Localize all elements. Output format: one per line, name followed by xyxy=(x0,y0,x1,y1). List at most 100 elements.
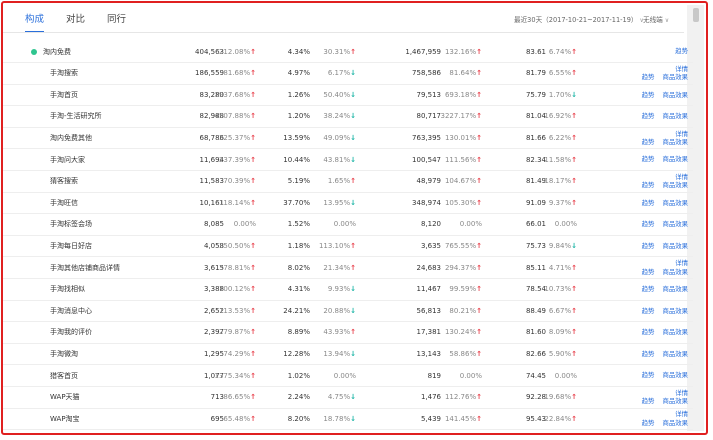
metric-value: 81.49 xyxy=(525,177,546,186)
tab-compare[interactable]: 对比 xyxy=(66,11,85,33)
product-effect-link[interactable]: 商品效果 xyxy=(662,307,688,316)
tab-composition[interactable]: 构成 xyxy=(25,11,45,33)
product-effect-link[interactable]: 商品效果 xyxy=(662,285,688,294)
metric-value: 4.31% xyxy=(287,285,310,294)
change-percent: 1937.68% xyxy=(214,90,251,99)
metric-change: 8.09%↑ xyxy=(549,328,577,336)
change-percent: 86.65% xyxy=(223,393,251,402)
table-row: 手淘问大家 11,694 237.39%↑ 10.44% 43.81%↓ 100,547 1… xyxy=(3,149,693,171)
trend-link[interactable]: 趋势 xyxy=(642,419,655,428)
trend-link[interactable]: 趋势 xyxy=(642,328,655,337)
change-percent: 81.64% xyxy=(449,69,477,78)
change-percent: 19.68% xyxy=(544,393,572,402)
source-name: 猜客搜索 xyxy=(50,177,78,186)
arrow-up-icon: ↑ xyxy=(250,328,256,337)
metric-change: 105.30%↑ xyxy=(445,199,482,207)
metric-change: 50.40%↓ xyxy=(323,91,356,99)
arrow-up-icon: ↑ xyxy=(571,350,577,359)
change-percent: 43.81% xyxy=(323,155,351,164)
change-percent: 74.29% xyxy=(223,350,251,359)
change-percent: 693.18% xyxy=(444,90,477,99)
metric-change: 294.37%↑ xyxy=(445,264,482,272)
product-effect-link[interactable]: 商品效果 xyxy=(662,220,688,229)
detail-link[interactable]: 详情 xyxy=(675,130,688,139)
source-name: 手淘首页 xyxy=(50,90,78,99)
arrow-up-icon: ↑ xyxy=(571,47,577,56)
change-percent: 8.09% xyxy=(548,328,572,337)
tab-peers[interactable]: 同行 xyxy=(107,11,126,33)
trend-link[interactable]: 趋势 xyxy=(642,91,655,100)
change-percent: 20.88% xyxy=(323,306,351,315)
trend-link[interactable]: 趋势 xyxy=(675,47,688,56)
change-percent: 294.37% xyxy=(444,263,477,272)
product-effect-link[interactable]: 商品效果 xyxy=(662,155,688,164)
product-effect-link[interactable]: 商品效果 xyxy=(662,242,688,251)
product-effect-link[interactable]: 商品效果 xyxy=(662,91,688,100)
change-percent: 9.93% xyxy=(327,285,351,294)
product-effect-link[interactable]: 商品效果 xyxy=(662,73,688,82)
product-effect-link[interactable]: 商品效果 xyxy=(662,268,688,277)
scrollbar-thumb[interactable] xyxy=(693,8,699,22)
metric-change: 38.24%↓ xyxy=(323,112,356,120)
detail-link[interactable]: 详情 xyxy=(675,389,688,398)
arrow-up-icon: ↑ xyxy=(571,155,577,164)
trend-link[interactable]: 趋势 xyxy=(642,350,655,359)
product-effect-link[interactable]: 商品效果 xyxy=(662,350,688,359)
product-effect-link[interactable]: 商品效果 xyxy=(662,112,688,121)
detail-link[interactable]: 详情 xyxy=(675,259,688,268)
product-effect-link[interactable]: 商品效果 xyxy=(662,199,688,208)
metric-change: 130.24%↑ xyxy=(445,328,482,336)
metric-value: 13,143 xyxy=(416,350,442,359)
arrow-up-icon: ↑ xyxy=(476,393,482,402)
arrow-down-icon: ↓ xyxy=(571,90,577,99)
source-name: 手淘我的评价 xyxy=(50,328,92,337)
metric-value: 82.66 xyxy=(525,350,546,359)
arrow-up-icon: ↑ xyxy=(350,177,356,186)
change-percent: 11.58% xyxy=(544,155,572,164)
row-actions: 趋势 商品效果 xyxy=(642,85,688,106)
arrow-up-icon: ↑ xyxy=(571,306,577,315)
product-effect-link[interactable]: 商品效果 xyxy=(662,371,688,380)
detail-link[interactable]: 详情 xyxy=(675,173,688,182)
trend-link[interactable]: 趋势 xyxy=(642,155,655,164)
change-percent: 350.50% xyxy=(218,242,251,251)
arrow-down-icon: ↓ xyxy=(350,350,356,359)
table-row: WAP天猫 713 86.65%↑ 2.24% 4.75%↓ 1,476 112.76%↑ 9… xyxy=(3,387,693,409)
trend-link[interactable]: 趋势 xyxy=(642,371,655,380)
trend-link[interactable]: 趋势 xyxy=(642,220,655,229)
change-percent: 325.37% xyxy=(218,134,251,143)
trend-link[interactable]: 趋势 xyxy=(642,242,655,251)
row-actions: 趋势 xyxy=(675,41,688,62)
change-percent: 13.95% xyxy=(323,198,351,207)
source-name: 手淘微淘 xyxy=(50,350,78,359)
terminal-selector[interactable]: 无线端 ∨ xyxy=(643,14,669,24)
product-effect-link[interactable]: 商品效果 xyxy=(662,138,688,147)
trend-link[interactable]: 趋势 xyxy=(642,285,655,294)
metric-change: 13.95%↓ xyxy=(323,199,356,207)
detail-link[interactable]: 详情 xyxy=(675,410,688,419)
trend-link[interactable]: 趋势 xyxy=(642,181,655,190)
date-range-selector[interactable]: 最近30天（2017-10-21~2017-11-19） ∨ xyxy=(514,14,644,24)
metric-value: 95.43 xyxy=(525,414,546,423)
arrow-up-icon: ↑ xyxy=(250,47,256,56)
product-effect-link[interactable]: 商品效果 xyxy=(662,397,688,406)
change-percent: 16.92% xyxy=(544,112,572,121)
metric-change: 3227.17%↑ xyxy=(441,112,482,120)
product-effect-link[interactable]: 商品效果 xyxy=(662,328,688,337)
trend-link[interactable]: 趋势 xyxy=(642,268,655,277)
change-percent: 1.65% xyxy=(327,177,351,186)
trend-link[interactable]: 趋势 xyxy=(642,307,655,316)
trend-link[interactable]: 趋势 xyxy=(642,397,655,406)
trend-link[interactable]: 趋势 xyxy=(642,112,655,121)
change-percent: 0.00% xyxy=(233,220,256,229)
metric-value: 348,974 xyxy=(412,198,441,207)
metric-value: 10.44% xyxy=(283,155,310,164)
product-effect-link[interactable]: 商品效果 xyxy=(662,419,688,428)
trend-link[interactable]: 趋势 xyxy=(642,199,655,208)
table-row: 手淘微淘 1,295 74.29%↑ 12.28% 13.94%↓ 13,143 58.86… xyxy=(3,344,693,366)
arrow-up-icon: ↑ xyxy=(476,198,482,207)
trend-link[interactable]: 趋势 xyxy=(642,138,655,147)
product-effect-link[interactable]: 商品效果 xyxy=(662,181,688,190)
metric-change: 6.74%↑ xyxy=(549,48,577,56)
trend-link[interactable]: 趋势 xyxy=(642,73,655,82)
